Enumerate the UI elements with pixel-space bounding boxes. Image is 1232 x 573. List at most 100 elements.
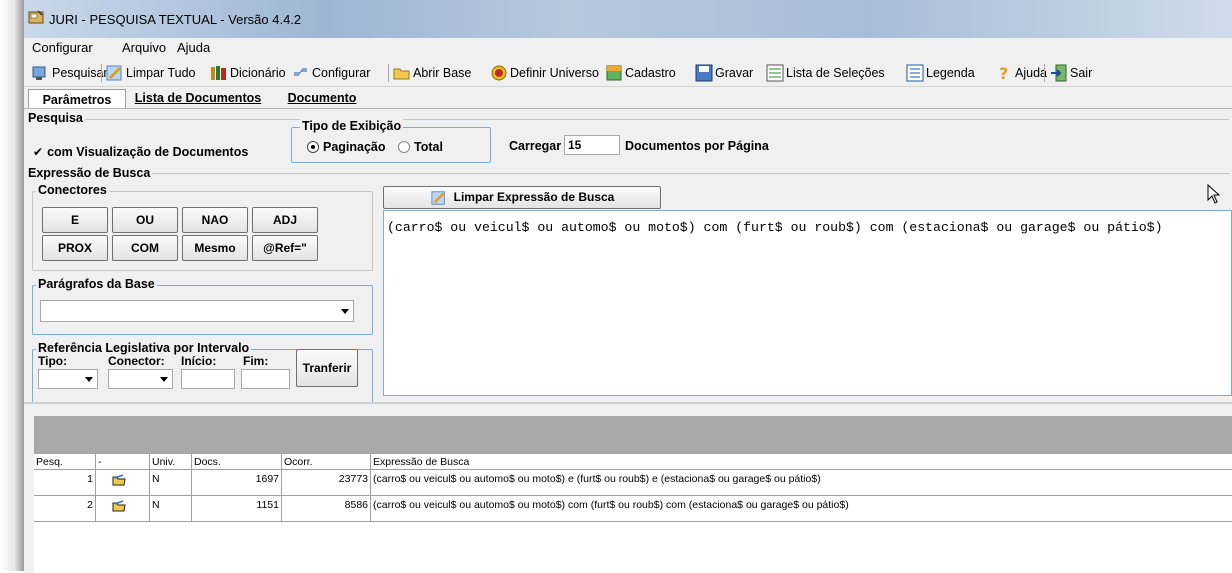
abrir-base-button[interactable]: Abrir Base (393, 63, 471, 83)
row-docs: 1151 (192, 496, 282, 522)
definir-universo-label: Definir Universo (510, 66, 599, 80)
dicionario-button[interactable]: Dicionário (210, 63, 286, 83)
conector-ou-button[interactable]: OU (112, 207, 178, 233)
paragrafos-select[interactable] (40, 300, 354, 322)
history-grid: Pesq. - Univ. Docs. Ocorr. Expressão de … (34, 454, 1232, 573)
table-row[interactable]: 1 N 1697 23773 (carro$ ou veicul$ ou aut… (34, 470, 1232, 496)
col-expressao-header[interactable]: Expressão de Busca (371, 454, 1232, 470)
window-shadow (0, 0, 24, 571)
limpar-expressao-button[interactable]: Limpar Expressão de Busca (383, 186, 661, 209)
carregar-input[interactable]: 15 (564, 135, 620, 155)
conector-com-button[interactable]: COM (112, 235, 178, 261)
expressao-title: Expressão de Busca (26, 166, 153, 180)
title-bar: JURI - PESQUISA TEXTUAL - Versão 4.4.2 (24, 0, 1232, 38)
carregar-label: Carregar (509, 139, 562, 153)
conector-adj-button[interactable]: ADJ (252, 207, 318, 233)
conector-label: Conector: (108, 354, 165, 368)
row-icon-cell (96, 470, 150, 496)
menu-arquivo[interactable]: Arquivo (122, 40, 166, 55)
conector-ref-button[interactable]: @Ref=" (252, 235, 318, 261)
pesquisar-button[interactable]: Pesquisar (32, 63, 108, 83)
limpar-expressao-label: Limpar Expressão de Busca (453, 190, 615, 204)
col-univ-header[interactable]: Univ. (150, 454, 192, 470)
visualizacao-label: com Visualização de Documentos (47, 145, 249, 159)
cadastro-label: Cadastro (625, 66, 676, 80)
toolbar-separator (388, 64, 389, 82)
exit-icon (1051, 64, 1067, 82)
gravar-button[interactable]: Gravar (695, 63, 753, 83)
cabinet-icon (606, 65, 622, 81)
row-pesq: 2 (34, 496, 96, 522)
row-expressao: (carro$ ou veicul$ ou automo$ ou moto$) … (371, 496, 1232, 522)
transferir-button[interactable]: Tranferir (296, 349, 358, 387)
gravar-label: Gravar (715, 66, 754, 80)
sair-label: Sair (1070, 66, 1093, 80)
total-radio[interactable]: Total (398, 140, 443, 154)
legenda-label: Legenda (926, 66, 975, 80)
lista-selecoes-button[interactable]: Lista de Seleções (766, 63, 885, 83)
search-icon (32, 66, 46, 80)
row-univ: N (150, 496, 192, 522)
visualizacao-checkbox-row[interactable]: ✔ com Visualização de Documentos (33, 145, 248, 159)
tipo-label: Tipo: (38, 354, 68, 368)
total-label: Total (414, 140, 443, 154)
limpar-tudo-label: Limpar Tudo (126, 66, 196, 80)
chevron-down-icon (85, 377, 93, 382)
row-pesq: 1 (34, 470, 96, 496)
configurar-label: Configurar (312, 66, 371, 80)
col-icon-header[interactable]: - (96, 454, 150, 470)
conector-mesmo-button[interactable]: Mesmo (182, 235, 248, 261)
folder-icon (112, 500, 126, 512)
menu-ajuda[interactable]: Ajuda (177, 40, 210, 55)
app-icon (28, 10, 44, 24)
menu-bar: Configurar Arquivo Ajuda (24, 38, 1232, 58)
expressao-divider (26, 173, 1230, 174)
menu-configurar[interactable]: Configurar (32, 40, 93, 55)
fim-input[interactable] (241, 369, 290, 389)
limpar-tudo-button[interactable]: Limpar Tudo (106, 63, 195, 83)
lista-selecoes-label: Lista de Seleções (786, 66, 885, 80)
configurar-button[interactable]: Configurar (292, 63, 370, 83)
conector-prox-button[interactable]: PROX (42, 235, 108, 261)
toolbar-separator (101, 64, 102, 82)
col-pesq-header[interactable]: Pesq. (34, 454, 96, 470)
col-docs-header[interactable]: Docs. (192, 454, 282, 470)
chevron-down-icon (341, 309, 349, 314)
list-icon (766, 64, 784, 82)
ajuda-button[interactable]: ? Ajuda (995, 63, 1047, 83)
grid-top-bar (34, 416, 1232, 454)
radio-empty-icon (398, 141, 410, 153)
broom-icon (431, 190, 445, 205)
conector-nao-button[interactable]: NAO (182, 207, 248, 233)
folder-open-icon (393, 68, 410, 80)
tipo-select[interactable] (38, 369, 98, 389)
pesquisa-title: Pesquisa (26, 111, 85, 125)
col-ocorr-header[interactable]: Ocorr. (282, 454, 371, 470)
target-icon (491, 65, 507, 81)
dicionario-label: Dicionário (230, 66, 286, 80)
legend-icon (906, 64, 924, 82)
tab-lista-documentos[interactable]: Lista de Documentos (128, 88, 268, 108)
tab-strip: Parâmetros Lista de Documentos Documento (24, 88, 1232, 110)
cadastro-button[interactable]: Cadastro (605, 63, 676, 83)
definir-universo-button[interactable]: Definir Universo (490, 63, 599, 83)
tab-documento[interactable]: Documento (282, 88, 362, 108)
toolbar-separator (1044, 64, 1045, 82)
sair-button[interactable]: Sair (1050, 63, 1092, 83)
table-row[interactable]: 2 N 1151 8586 (carro$ ou veicul$ ou auto… (34, 496, 1232, 522)
row-ocorr: 23773 (282, 470, 371, 496)
paginacao-radio[interactable]: Paginação (307, 140, 386, 154)
conector-select[interactable] (108, 369, 173, 389)
documentos-por-pagina-label: Documentos por Página (625, 139, 769, 153)
ajuda-label: Ajuda (1015, 66, 1047, 80)
app-window: JURI - PESQUISA TEXTUAL - Versão 4.4.2 C… (24, 0, 1232, 573)
tab-parametros[interactable]: Parâmetros (28, 89, 126, 110)
row-icon-cell (96, 496, 150, 522)
inicio-input[interactable] (181, 369, 235, 389)
conector-e-button[interactable]: E (42, 207, 108, 233)
legenda-button[interactable]: Legenda (906, 63, 975, 83)
network-icon (294, 68, 307, 76)
tipo-exibicao-title: Tipo de Exibição (300, 119, 404, 133)
abrir-base-label: Abrir Base (413, 66, 472, 80)
query-editor[interactable]: (carro$ ou veicul$ ou automo$ ou moto$) … (383, 210, 1232, 396)
